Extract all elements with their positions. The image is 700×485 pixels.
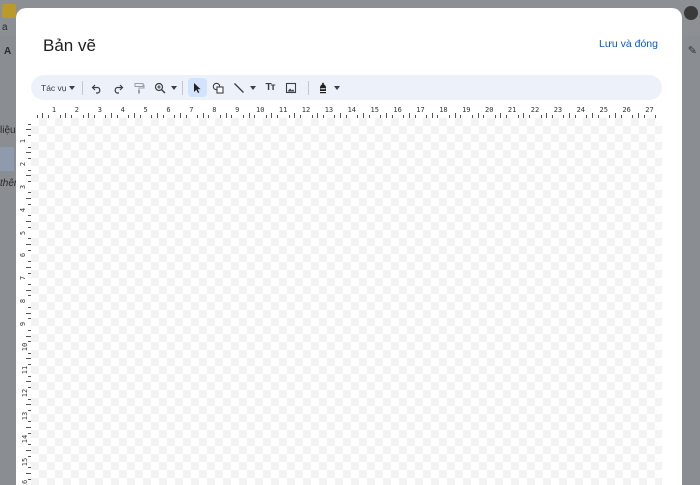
ruler-label: 22: [530, 106, 540, 114]
ruler-label: 20: [485, 106, 494, 114]
drawing-dialog: Bản vẽ Lưu và đóng Tác vụ Tт 1 2 3 4 5 6…: [16, 8, 682, 485]
drawing-canvas[interactable]: [31, 118, 662, 485]
ruler-label: 6: [19, 253, 28, 258]
redo-button[interactable]: [109, 78, 128, 97]
word-art-dropdown[interactable]: [333, 78, 341, 97]
ruler-label: 2: [19, 161, 28, 166]
ruler-label: 26: [622, 106, 631, 114]
ruler-label: 9: [19, 321, 28, 327]
paint-format-button[interactable]: [130, 78, 149, 97]
toolbar-divider: [81, 80, 83, 95]
ruler-label: 6: [166, 106, 171, 114]
ruler-label: 7: [189, 106, 194, 114]
line-tool-button[interactable]: [230, 78, 249, 97]
paint-format-icon: [134, 82, 145, 93]
background-text-top: a: [2, 22, 8, 33]
ruler-label: 14: [347, 106, 357, 114]
ruler-label: 19: [462, 106, 471, 114]
toolbar-divider: [307, 80, 309, 95]
avatar: [684, 6, 698, 20]
chevron-down-icon: [68, 85, 75, 90]
ruler-label: 25: [599, 106, 608, 114]
shape-tool-button[interactable]: [209, 78, 228, 97]
ruler-label: 12: [301, 106, 311, 114]
undo-icon: [91, 84, 101, 94]
ruler-label: 12: [21, 388, 30, 398]
ruler-label: 2: [74, 106, 80, 114]
line-icon: [234, 82, 244, 93]
ruler-label: 23: [553, 106, 563, 114]
ruler-label: 3: [97, 106, 102, 114]
select-icon: [194, 82, 201, 93]
ruler-label: 5: [143, 106, 148, 114]
actions-menu-button[interactable]: Tác vụ: [39, 78, 77, 98]
ruler-label: 16: [21, 480, 30, 485]
line-dropdown[interactable]: [249, 78, 257, 97]
ruler-label: 1: [19, 138, 28, 143]
drawing-toolbar: Tác vụ Tт: [31, 75, 662, 100]
redo-icon: [114, 84, 124, 94]
ruler-label: 13: [21, 411, 30, 420]
ruler-label: 15: [370, 106, 379, 114]
word-art-icon: [320, 81, 327, 93]
ruler-label: 10: [256, 106, 265, 114]
zoom-button[interactable]: [151, 78, 170, 97]
image-tool-button[interactable]: [282, 78, 301, 97]
ruler-label: 4: [19, 207, 28, 212]
select-tool-button[interactable]: [187, 78, 207, 97]
ruler-label: 17: [416, 106, 425, 114]
dialog-title: Bản vẽ: [43, 36, 96, 55]
zoom-dropdown[interactable]: [170, 78, 178, 97]
ruler-label: 13: [324, 106, 334, 114]
undo-button[interactable]: [88, 78, 107, 97]
save-and-close-button[interactable]: Lưu và đóng: [599, 38, 658, 50]
ruler-label: 15: [21, 457, 30, 466]
ruler-label: 7: [19, 276, 28, 281]
ruler-label: 3: [19, 184, 28, 189]
text-box-icon: Tт: [265, 82, 276, 93]
shape-icon: [212, 82, 224, 94]
ruler-label: 4: [120, 106, 125, 114]
ruler-label: 14: [21, 434, 30, 443]
vertical-ruler: 1 2 3 4 5 6 7 8 9 10 11 12 13 14 15 16: [19, 118, 31, 485]
toolbar-divider: [181, 80, 183, 95]
ruler-label: 18: [439, 106, 448, 114]
chevron-down-icon: [333, 85, 340, 90]
ruler-label: 8: [19, 299, 28, 304]
app-logo: [2, 4, 16, 18]
background-selected-item: [0, 147, 14, 171]
ruler-label: 10: [21, 342, 30, 352]
horizontal-ruler: 1 2 3 4 5 6 7 8 9 10 11 12 13 14 15 16 17 18 19 20 21 22 23 24 2…: [20, 106, 662, 118]
chevron-down-icon: [170, 85, 177, 90]
ruler-label: 16: [393, 106, 402, 114]
ruler-label: 24: [576, 106, 586, 114]
background-text-side-1: liệu: [0, 125, 16, 136]
ruler-label: 11: [21, 365, 30, 375]
ruler-label: 9: [235, 106, 240, 114]
ruler-label: 21: [507, 106, 517, 114]
ruler-label: 11: [278, 106, 288, 114]
zoom-icon: [154, 82, 166, 93]
word-art-button[interactable]: [314, 78, 333, 97]
ruler-label: 8: [212, 106, 217, 114]
text-box-tool-button[interactable]: Tт: [261, 78, 280, 97]
ruler-label: 27: [645, 106, 654, 114]
ruler-label: 1: [51, 106, 57, 114]
pencil-icon: ✎: [687, 45, 697, 57]
actions-menu-label: Tác vụ: [41, 82, 67, 93]
chevron-down-icon: [249, 85, 256, 90]
image-icon: [285, 82, 297, 93]
ruler-label: 5: [19, 230, 28, 235]
background-format-icon: A: [4, 46, 12, 57]
